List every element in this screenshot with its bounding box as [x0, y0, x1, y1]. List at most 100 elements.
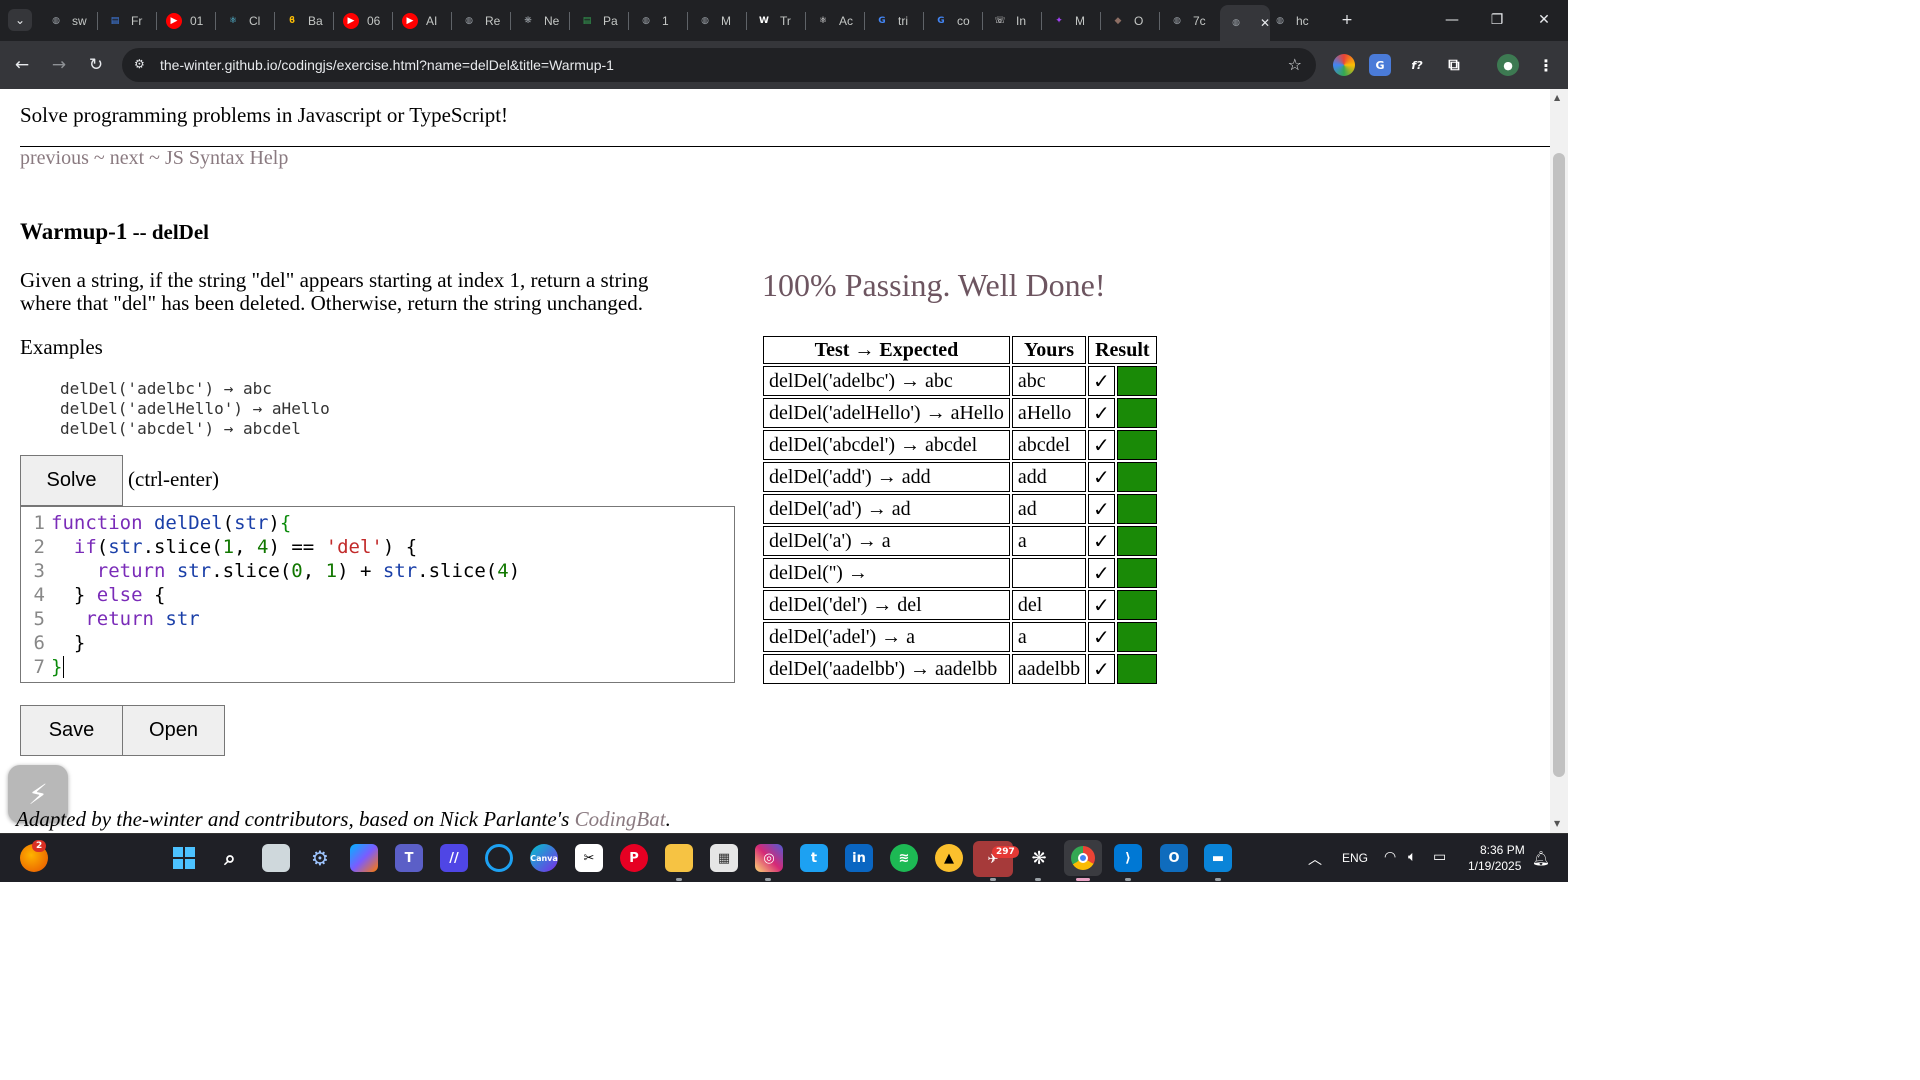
save-button[interactable]: Save — [20, 705, 123, 756]
next-link[interactable]: next — [110, 147, 144, 169]
capcut-icon[interactable]: ✂ — [575, 844, 603, 872]
browser-tab[interactable]: ⚛ Cl — [217, 8, 273, 34]
tab-active[interactable]: ◍ ✕ — [1220, 5, 1270, 41]
code-editor[interactable]: 1 function delDel(str){ 2 if(str.slice(1,… — [20, 506, 735, 683]
settings-gear-icon[interactable]: ⚙ — [306, 844, 334, 872]
vscode-icon[interactable]: ⟩ — [1114, 844, 1142, 872]
browser-tab[interactable]: ◍ 7c — [1161, 8, 1217, 34]
bookmark-star-icon[interactable]: ☆ — [1288, 55, 1302, 74]
scroll-up-arrow-icon[interactable]: ▲ — [1554, 93, 1560, 102]
browser-tab[interactable]: ✦ M — [1043, 8, 1099, 34]
tab-separator — [746, 12, 747, 30]
reload-icon[interactable]: ↻ — [84, 53, 108, 77]
address-bar[interactable]: ⚙ the-winter.github.io/codingjs/exercise… — [122, 48, 1316, 82]
table-row: delDel('adelHello') → aHello aHello ✓ — [763, 398, 1157, 428]
pass-indicator — [1116, 558, 1157, 588]
translate-extension-icon[interactable]: G — [1369, 54, 1391, 76]
pass-indicator — [1116, 622, 1157, 652]
browser-tab[interactable]: ▶ 06 — [335, 8, 391, 34]
extension-color-icon[interactable] — [1333, 54, 1355, 76]
blue-app-icon[interactable]: ▬ — [1204, 844, 1232, 872]
browser-tab[interactable]: ◍ sw — [40, 8, 96, 34]
browser-tab[interactable]: Gtri — [866, 8, 922, 34]
outlook-icon[interactable]: O — [1160, 844, 1188, 872]
notification-badge: 2 — [32, 840, 47, 852]
site-info-icon[interactable]: ⚙ — [134, 57, 145, 71]
close-window-button[interactable]: ✕ — [1530, 8, 1558, 32]
formula-extension-icon[interactable]: f? — [1406, 54, 1428, 76]
spotify-icon[interactable]: ≋ — [890, 844, 918, 872]
pinterest-icon[interactable]: P — [620, 844, 648, 872]
solve-button[interactable]: Solve — [20, 455, 123, 506]
clock-date[interactable]: 1/19/2025 — [1468, 859, 1521, 873]
minimize-window-button[interactable]: — — [1438, 8, 1466, 32]
running-indicator — [1035, 878, 1041, 881]
cortana-ring-icon[interactable] — [485, 844, 513, 872]
browser-tab[interactable]: ▤ Fr — [99, 8, 155, 34]
file-explorer-icon[interactable] — [665, 844, 693, 872]
notes-app-icon[interactable]: // — [440, 844, 468, 872]
twitter-icon[interactable]: t — [800, 844, 828, 872]
open-button[interactable]: Open — [122, 705, 225, 756]
running-indicator — [676, 878, 682, 881]
windows-start-icon[interactable] — [170, 844, 198, 872]
line-number: 5 — [33, 608, 45, 630]
js-syntax-help-link[interactable]: JS Syntax Help — [165, 147, 288, 169]
notification-bell-icon[interactable]: 🔔︎ — [1532, 850, 1550, 867]
volume-icon[interactable]: 🔈︎ — [1408, 848, 1416, 865]
tab-separator — [923, 12, 924, 30]
restore-window-button[interactable]: ❐ — [1483, 8, 1511, 32]
tab-title: tri — [898, 14, 908, 28]
tab-separator — [1159, 12, 1160, 30]
browser-tab[interactable]: ϐ Ba — [276, 8, 332, 34]
browser-tab[interactable]: ▤ Pa — [571, 8, 627, 34]
chrome-active-tile[interactable] — [1064, 840, 1102, 876]
tab-title: Cl — [249, 14, 261, 28]
battery-icon[interactable]: ▭ — [1433, 848, 1446, 865]
browser-tab[interactable]: ☏ In — [984, 8, 1040, 34]
profile-avatar[interactable]: ● — [1497, 54, 1519, 76]
tab-search-menu-button[interactable]: ⌄ — [8, 9, 32, 31]
teams-icon[interactable]: T — [395, 844, 423, 872]
browser-tab[interactable]: W Tr — [748, 8, 804, 34]
copilot-icon[interactable] — [350, 844, 378, 872]
browser-tab[interactable]: ◆ O — [1102, 8, 1158, 34]
running-indicator — [765, 878, 771, 881]
back-arrow-icon[interactable]: ← — [10, 53, 34, 77]
microsoft-store-icon[interactable]: ▦ — [710, 844, 738, 872]
language-indicator[interactable]: ENG — [1342, 851, 1368, 865]
linkedin-icon[interactable]: in — [845, 844, 873, 872]
forward-arrow-icon[interactable]: → — [47, 53, 71, 77]
search-icon[interactable]: ⌕ — [216, 844, 244, 872]
show-hidden-icons-chevron-icon[interactable]: ︿ — [1308, 849, 1322, 869]
browser-tab[interactable]: ▶ AI — [394, 8, 450, 34]
browser-tab[interactable]: ◍ hc — [1264, 8, 1320, 34]
tab-separator — [805, 12, 806, 30]
warning-app-icon[interactable]: ▲ — [935, 844, 963, 872]
chatgpt-icon[interactable]: ❋ — [1025, 844, 1053, 872]
previous-link[interactable]: previous — [20, 147, 89, 169]
scrollbar-thumb[interactable] — [1553, 153, 1565, 777]
task-view-icon[interactable] — [262, 844, 290, 872]
new-tab-button[interactable]: + — [1333, 8, 1361, 32]
instagram-icon[interactable]: ◎ — [755, 844, 783, 872]
browser-tab[interactable]: ◍ Re — [453, 8, 509, 34]
page-scrollbar[interactable]: ▲ ▼ — [1550, 89, 1568, 833]
canva-icon[interactable]: Canva — [530, 844, 558, 872]
problem-description: Given a string, if the string "del" appe… — [20, 268, 649, 315]
browser-tab[interactable]: ▶ 01 — [158, 8, 214, 34]
url-text[interactable]: the-winter.github.io/codingjs/exercise.h… — [160, 57, 614, 73]
pass-indicator — [1116, 494, 1157, 524]
browser-tab[interactable]: Gco — [925, 8, 981, 34]
clock-time[interactable]: 8:36 PM — [1480, 843, 1525, 857]
browser-menu-icon[interactable]: ⋮ — [1535, 54, 1557, 76]
scroll-down-arrow-icon[interactable]: ▼ — [1554, 819, 1560, 828]
wifi-icon[interactable]: ◠ — [1384, 848, 1396, 865]
browser-tab[interactable]: ◍ M — [689, 8, 745, 34]
browser-tab[interactable]: ❋ Ne — [512, 8, 568, 34]
result-check-icon: ✓ — [1088, 622, 1115, 652]
browser-tab[interactable]: ◍ 1 — [630, 8, 686, 34]
codingbat-link[interactable]: CodingBat — [575, 807, 666, 831]
extensions-puzzle-icon[interactable]: ⧉ — [1443, 54, 1465, 76]
browser-tab[interactable]: ⚛ Ac — [807, 8, 863, 34]
